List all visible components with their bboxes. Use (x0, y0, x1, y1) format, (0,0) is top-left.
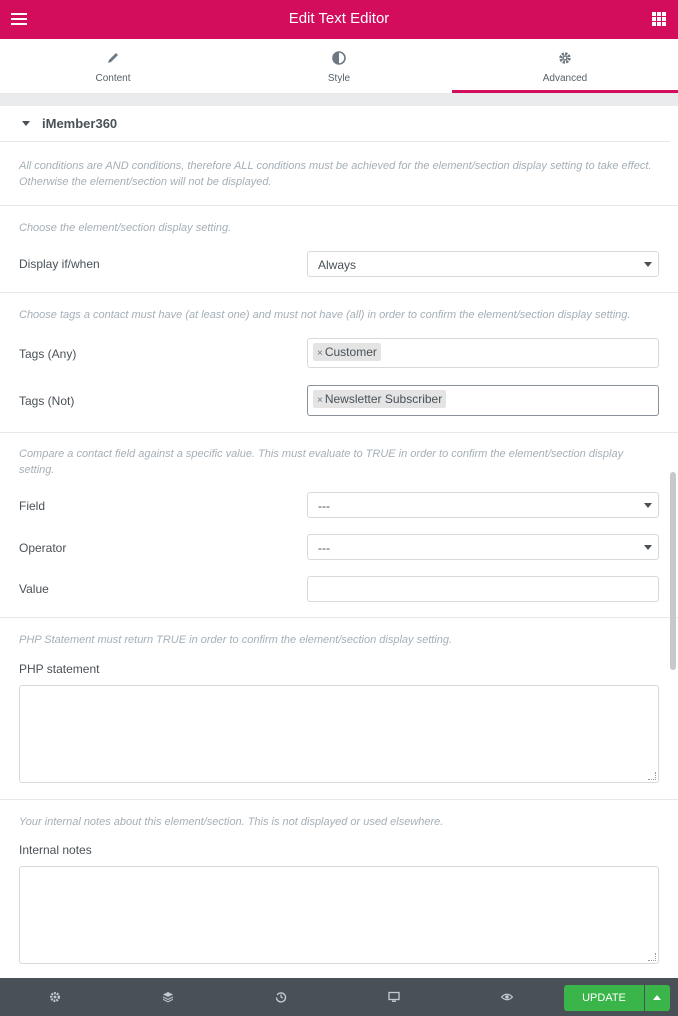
tags-not-label: Tags (Not) (19, 394, 75, 408)
tags-not-field[interactable]: × Newsletter Subscriber (307, 385, 659, 416)
tab-content[interactable]: Content (0, 39, 226, 93)
section-title: iMember360 (42, 116, 118, 131)
tags-note: Choose tags a contact must have (at leas… (19, 309, 631, 321)
resize-handle-icon[interactable] (648, 953, 656, 961)
value-input[interactable] (307, 576, 659, 602)
caret-up-icon (653, 995, 661, 1000)
update-button[interactable]: UPDATE (564, 985, 644, 1011)
responsive-icon[interactable] (388, 990, 402, 1004)
operator-select-value: --- (318, 541, 330, 555)
tab-content-label: Content (95, 73, 131, 84)
field-select[interactable]: --- (307, 492, 659, 518)
chevron-down-icon (644, 262, 652, 267)
and-conditions-note: All conditions are AND conditions, there… (19, 160, 652, 188)
tag-chip[interactable]: × Newsletter Subscriber (313, 390, 447, 408)
display-select[interactable]: Always (307, 251, 659, 277)
internal-label: Internal notes (19, 843, 92, 857)
display-label: Display if/when (19, 257, 100, 271)
scrollbar[interactable] (670, 472, 676, 670)
php-textarea[interactable] (19, 685, 659, 783)
field-select-value: --- (318, 499, 330, 513)
chevron-down-icon (644, 545, 652, 550)
tag-chip[interactable]: × Customer (313, 343, 381, 361)
remove-tag-icon[interactable]: × (317, 348, 323, 359)
field-label: Field (19, 499, 46, 513)
settings-icon[interactable] (49, 990, 63, 1004)
operator-label: Operator (19, 541, 67, 555)
panel-title: Edit Text Editor (288, 10, 390, 27)
tag-label: Newsletter Subscriber (324, 392, 443, 406)
chevron-down-icon (644, 503, 652, 508)
panel-tabs: Content Style Advanced (0, 39, 678, 94)
tags-any-field[interactable]: × Customer (307, 338, 659, 368)
php-note: PHP Statement must return TRUE in order … (19, 634, 453, 646)
divider (0, 432, 678, 433)
pencil-icon (0, 51, 226, 67)
update-options-button[interactable] (645, 985, 670, 1011)
tab-advanced-label: Advanced (542, 73, 588, 84)
value-label: Value (19, 582, 49, 596)
tag-label: Customer (324, 345, 377, 359)
tab-style[interactable]: Style (226, 39, 452, 93)
gear-icon (452, 51, 678, 67)
internal-note: Your internal notes about this element/s… (19, 816, 444, 828)
resize-handle-icon[interactable] (648, 772, 656, 780)
operator-select[interactable]: --- (307, 534, 659, 560)
php-label: PHP statement (19, 662, 100, 676)
internal-textarea[interactable] (19, 866, 659, 964)
compare-field-note: Compare a contact field against a specif… (19, 448, 624, 476)
grid-icon[interactable] (652, 12, 666, 26)
top-bar: Edit Text Editor (0, 0, 678, 39)
preview-icon[interactable] (500, 990, 515, 1004)
caret-down-icon (22, 121, 30, 126)
imember-section: iMember360 (0, 106, 670, 142)
layers-icon[interactable] (162, 990, 176, 1004)
history-icon[interactable] (275, 990, 289, 1004)
tab-style-label: Style (327, 73, 351, 84)
tags-any-label: Tags (Any) (19, 347, 77, 361)
divider (0, 799, 678, 800)
display-select-value: Always (318, 258, 357, 272)
divider (0, 205, 678, 206)
tabs-separator (0, 94, 678, 106)
remove-tag-icon[interactable]: × (317, 395, 323, 406)
tab-advanced[interactable]: Advanced (452, 39, 678, 93)
display-setting-note: Choose the element/section display setti… (19, 222, 232, 234)
section-toggle[interactable]: iMember360 (0, 106, 670, 142)
divider (0, 617, 678, 618)
half-circle-icon (226, 51, 452, 67)
divider (0, 292, 678, 293)
